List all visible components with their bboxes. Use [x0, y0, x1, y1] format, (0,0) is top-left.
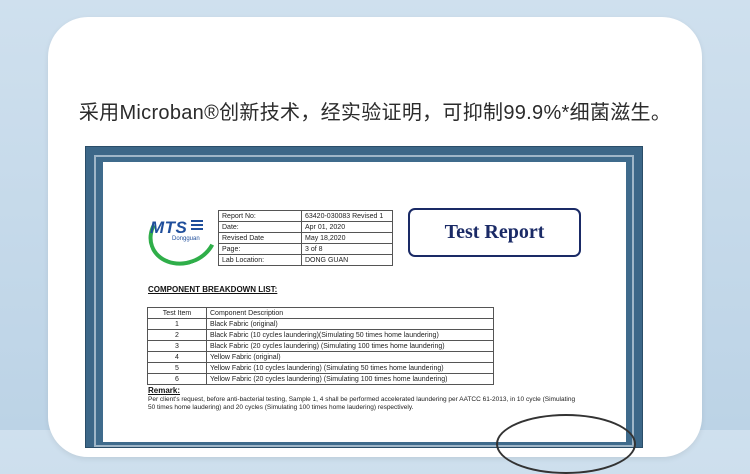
table-row: 1 Black Fabric (original)	[147, 318, 494, 330]
table-row: 6 Yellow Fabric (20 cycles laundering) (S…	[147, 373, 494, 385]
row-item: 6	[147, 373, 207, 385]
component-table: Test Item Component Description 1 Black F…	[147, 307, 494, 385]
caption-text: 采用Microban®创新技术，经实验证明，可抑制99.9%*细菌滋生。	[78, 102, 672, 124]
row-item: 4	[147, 351, 207, 363]
stamp-seal-icon	[496, 414, 636, 474]
row-desc: Black Fabric (20 cycles laundering) (Sim…	[206, 340, 494, 352]
table-header-row: Test Item Component Description	[147, 307, 494, 319]
info-key: Date:	[218, 221, 302, 233]
table-row: 4 Yellow Fabric (original)	[147, 351, 494, 363]
info-value: May 18,2020	[301, 232, 393, 244]
info-key: Lab Location:	[218, 254, 302, 266]
row-item: 5	[147, 362, 207, 374]
row-desc: Black Fabric (original)	[206, 318, 494, 330]
info-value: Apr 01, 2020	[301, 221, 393, 233]
row-desc: Yellow Fabric (20 cycles laundering) (Si…	[206, 373, 494, 385]
row-item: 2	[147, 329, 207, 341]
report-info-table: Report No: 63420-030083 Revised 1 Date: Ap…	[218, 210, 393, 266]
table-row: 5 Yellow Fabric (10 cycles laundering) (S…	[147, 362, 494, 374]
row-item: 3	[147, 340, 207, 352]
mts-logo: MTS	[150, 218, 188, 237]
info-value: 63420-030083 Revised 1	[301, 210, 393, 222]
logo-lines-icon	[191, 220, 203, 230]
header-description: Component Description	[206, 307, 494, 319]
row-desc: Black Fabric (10 cycles laundering)(Simu…	[206, 329, 494, 341]
header-test-item: Test Item	[147, 307, 207, 319]
component-list-title: COMPONENT BREAKDOWN LIST:	[148, 285, 278, 294]
test-report-title: Test Report	[408, 208, 581, 257]
table-row: 2 Black Fabric (10 cycles laundering)(Sim…	[147, 329, 494, 341]
row-item: 1	[147, 318, 207, 330]
info-value: 3 of 8	[301, 243, 393, 255]
info-key: Revised Date	[218, 232, 302, 244]
info-key: Report No:	[218, 210, 302, 222]
logo-subtitle: Dongguan	[172, 236, 200, 242]
info-key: Page:	[218, 243, 302, 255]
row-desc: Yellow Fabric (10 cycles laundering) (Si…	[206, 362, 494, 374]
remark-title: Remark:	[148, 386, 181, 395]
table-row: 3 Black Fabric (20 cycles laundering) (Si…	[147, 340, 494, 352]
remark-text: Per client's request, before anti-bacter…	[148, 396, 576, 411]
info-value: DONG GUAN	[301, 254, 393, 266]
row-desc: Yellow Fabric (original)	[206, 351, 494, 363]
